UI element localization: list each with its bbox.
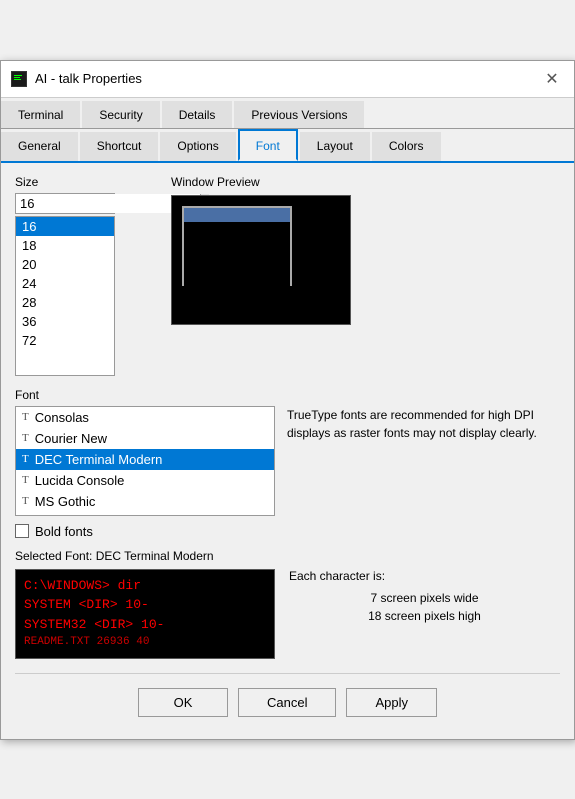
char-width: 7 screen pixels wide (289, 591, 560, 605)
properties-window: AI - talk Properties ✕ Terminal Security… (0, 60, 575, 740)
preview-title-bar (184, 208, 290, 222)
size-list-item-72[interactable]: 72 (16, 331, 114, 350)
font-type-icon: T (22, 411, 29, 423)
font-type-icon: T (22, 432, 29, 444)
tab-shortcut[interactable]: Shortcut (80, 132, 159, 161)
font-name-ms-gothic: MS Gothic (35, 494, 96, 509)
preview-inner-window (182, 206, 292, 286)
preview-line-4: README.TXT 26936 40 (24, 634, 266, 651)
size-list-item-18[interactable]: 18 (16, 236, 114, 255)
preview-line-3: SYSTEM32 <DIR> 10- (24, 615, 266, 635)
preview-line-1: C:\WINDOWS> dir (24, 576, 266, 596)
size-label: Size (15, 175, 155, 189)
font-area: T Consolas T Courier New T DEC Terminal … (15, 406, 560, 516)
top-sections: Size ▲▼ 16 18 20 24 28 36 72 Window Prev… (15, 175, 560, 376)
size-input-row: ▲▼ (15, 193, 115, 214)
selected-font-label: Selected Font: DEC Terminal Modern (15, 549, 560, 563)
font-hint-text: TrueType fonts are recommended for high … (287, 406, 560, 516)
char-info-title: Each character is: (289, 569, 560, 583)
font-item-consolas[interactable]: T Consolas (16, 407, 274, 428)
app-icon (11, 71, 27, 87)
size-list-item-16[interactable]: 16 (16, 217, 114, 236)
tab-options[interactable]: Options (160, 132, 235, 161)
tab-previous-versions[interactable]: Previous Versions (234, 101, 364, 128)
tab-layout[interactable]: Layout (300, 132, 370, 161)
bold-fonts-checkbox[interactable] (15, 524, 29, 538)
font-section: Font T Consolas T Courier New T DEC Term… (15, 388, 560, 539)
title-bar-left: AI - talk Properties (11, 71, 142, 87)
font-name-dec-terminal: DEC Terminal Modern (35, 452, 163, 467)
tab-security[interactable]: Security (82, 101, 159, 128)
font-item-courier-new[interactable]: T Courier New (16, 428, 274, 449)
font-item-dec-terminal[interactable]: T DEC Terminal Modern (16, 449, 274, 470)
tab-font[interactable]: Font (238, 129, 298, 161)
ok-button[interactable]: OK (138, 688, 228, 717)
char-height: 18 screen pixels high (289, 609, 560, 623)
font-list[interactable]: T Consolas T Courier New T DEC Terminal … (15, 406, 275, 516)
font-item-lucida-console[interactable]: T Lucida Console (16, 470, 274, 491)
preview-window-body (184, 222, 290, 286)
window-preview-section: Window Preview (171, 175, 560, 376)
font-section-label: Font (15, 388, 560, 402)
tabs-row1: Terminal Security Details Previous Versi… (1, 98, 574, 129)
title-bar: AI - talk Properties ✕ (1, 61, 574, 98)
font-type-icon: T (22, 474, 29, 486)
close-button[interactable]: ✕ (540, 67, 564, 91)
bold-fonts-label: Bold fonts (35, 524, 93, 539)
window-preview-label: Window Preview (171, 175, 560, 189)
button-row: OK Cancel Apply (15, 673, 560, 727)
size-list[interactable]: 16 18 20 24 28 36 72 (15, 216, 115, 376)
cancel-button[interactable]: Cancel (238, 688, 336, 717)
content-area: Size ▲▼ 16 18 20 24 28 36 72 Window Prev… (1, 163, 574, 739)
tabs-row2: General Shortcut Options Font Layout Col… (1, 129, 574, 163)
preview-line-2: SYSTEM <DIR> 10- (24, 595, 266, 615)
size-list-item-20[interactable]: 20 (16, 255, 114, 274)
size-section: Size ▲▼ 16 18 20 24 28 36 72 (15, 175, 155, 376)
tab-terminal[interactable]: Terminal (1, 101, 80, 128)
tab-colors[interactable]: Colors (372, 132, 441, 161)
font-type-icon: T (22, 453, 29, 465)
bold-fonts-row: Bold fonts (15, 524, 560, 539)
selected-font-area: C:\WINDOWS> dir SYSTEM <DIR> 10- SYSTEM3… (15, 569, 560, 659)
tab-general[interactable]: General (1, 132, 78, 161)
font-preview-box: C:\WINDOWS> dir SYSTEM <DIR> 10- SYSTEM3… (15, 569, 275, 659)
font-type-icon: T (22, 495, 29, 507)
font-name-consolas: Consolas (35, 410, 89, 425)
font-item-ms-gothic[interactable]: T MS Gothic (16, 491, 274, 512)
size-list-item-36[interactable]: 36 (16, 312, 114, 331)
font-name-lucida-console: Lucida Console (35, 473, 125, 488)
selected-font-section: Selected Font: DEC Terminal Modern C:\WI… (15, 549, 560, 659)
char-info: Each character is: 7 screen pixels wide … (289, 569, 560, 659)
apply-button[interactable]: Apply (346, 688, 437, 717)
window-preview-box (171, 195, 351, 325)
window-title: AI - talk Properties (35, 71, 142, 86)
tab-details[interactable]: Details (162, 101, 233, 128)
font-name-courier-new: Courier New (35, 431, 107, 446)
size-list-item-28[interactable]: 28 (16, 293, 114, 312)
size-list-item-24[interactable]: 24 (16, 274, 114, 293)
